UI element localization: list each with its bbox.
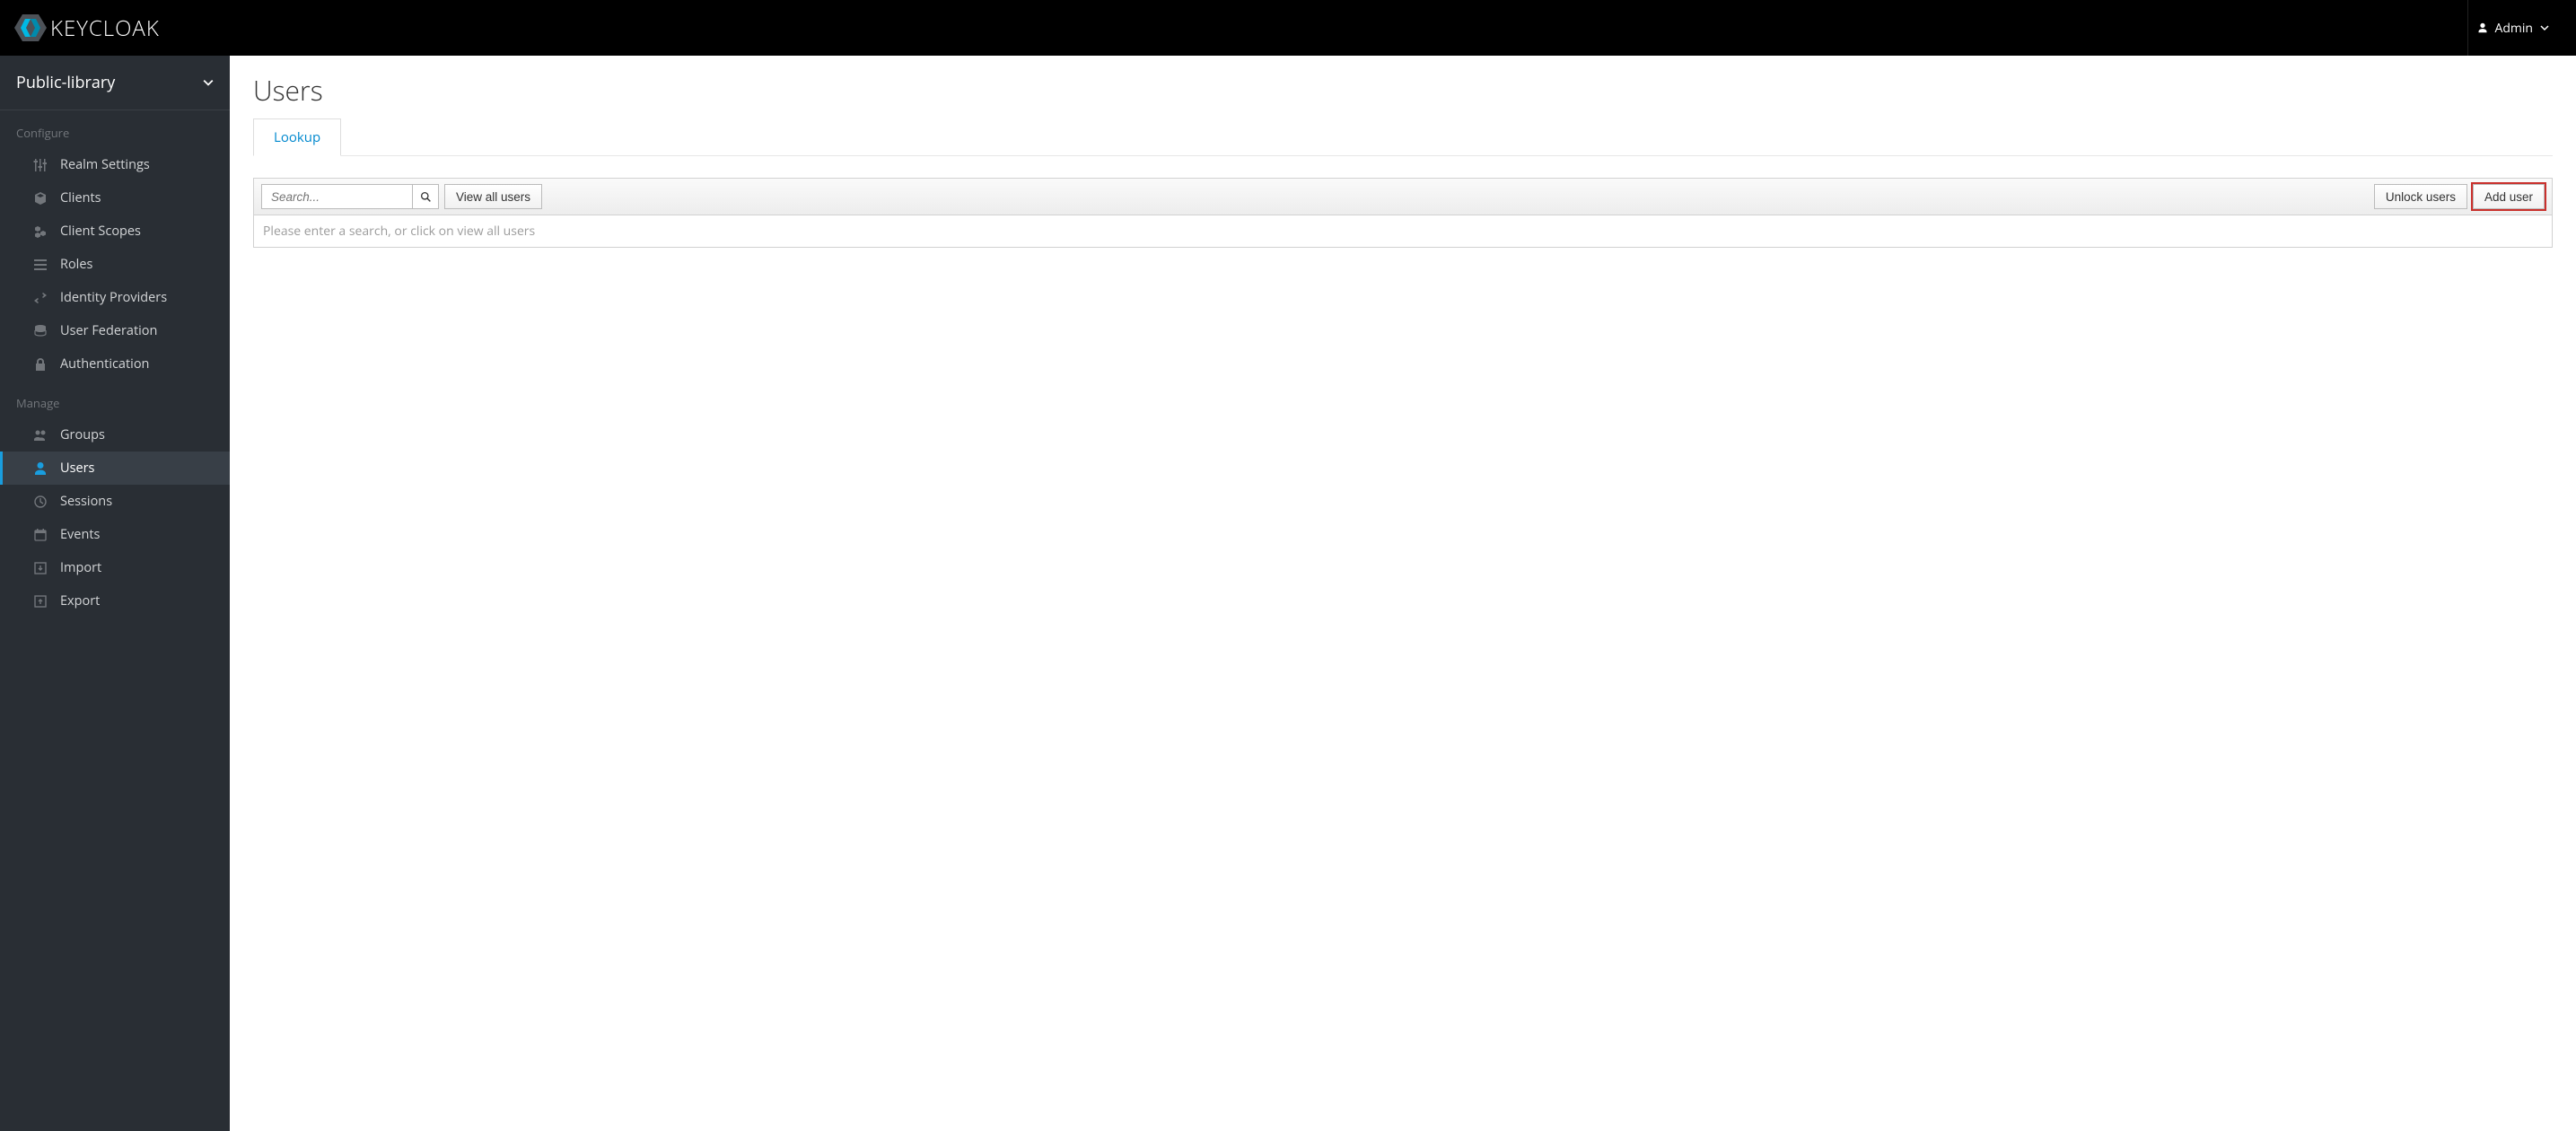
page-title: Users [253,72,2553,109]
sidebar-item-label: Users [60,460,94,477]
user-icon [33,461,48,476]
database-icon [33,324,48,338]
sidebar-item-label: Export [60,592,100,609]
search-input[interactable] [261,184,412,209]
sliders-icon [33,158,48,172]
sidebar-item-label: Client Scopes [60,223,141,240]
sidebar-item-label: Events [60,526,100,543]
sidebar-item-label: Realm Settings [60,156,150,173]
sidebar-item-realm-settings[interactable]: Realm Settings [0,148,230,181]
realm-name: Public-library [16,72,115,93]
user-icon [2477,22,2488,33]
sidebar-item-identity-providers[interactable]: Identity Providers [0,281,230,314]
clock-icon [33,495,48,509]
brand-text: KEYCLOAK [50,13,160,43]
sidebar-item-label: Sessions [60,493,112,510]
sidebar-item-label: User Federation [60,322,157,339]
exchange-icon [33,291,48,305]
sidebar-item-label: Clients [60,189,101,206]
sidebar-item-sessions[interactable]: Sessions [0,485,230,518]
sidebar-item-clients[interactable]: Clients [0,181,230,215]
search-hint: Please enter a search, or click on view … [253,215,2553,248]
user-label: Admin [2495,20,2534,37]
sidebar-item-events[interactable]: Events [0,518,230,551]
realm-selector[interactable]: Public-library [0,56,230,110]
export-icon [33,594,48,609]
group-icon [33,428,48,443]
calendar-icon [33,528,48,542]
sidebar: Public-library Configure Realm Settings … [0,56,230,1131]
lock-icon [33,357,48,372]
tab-lookup[interactable]: Lookup [253,118,341,156]
sidebar-item-groups[interactable]: Groups [0,418,230,452]
sidebar-item-client-scopes[interactable]: Client Scopes [0,215,230,248]
sidebar-item-label: Groups [60,426,105,443]
import-icon [33,561,48,575]
search-button[interactable] [412,184,439,209]
sidebar-item-label: Import [60,559,101,576]
users-toolbar: View all users Unlock users Add user [253,178,2553,215]
main-content: Users Lookup View all users Unlock users… [230,56,2576,1131]
unlock-users-button[interactable]: Unlock users [2374,184,2467,209]
search-icon [420,191,432,203]
top-header: KEYCLOAK Admin [0,0,2576,56]
user-menu[interactable]: Admin [2467,0,2559,56]
cubes-icon [33,224,48,239]
view-all-users-button[interactable]: View all users [444,184,542,209]
sidebar-item-import[interactable]: Import [0,551,230,584]
add-user-button[interactable]: Add user [2473,184,2545,209]
sidebar-item-roles[interactable]: Roles [0,248,230,281]
sidebar-item-users[interactable]: Users [0,452,230,485]
chevron-down-icon [203,77,214,88]
sidebar-item-label: Authentication [60,355,149,373]
cube-icon [33,191,48,206]
chevron-down-icon [2540,23,2549,32]
brand-logo[interactable]: KEYCLOAK [14,13,160,43]
tabs: Lookup [253,118,2553,156]
sidebar-item-label: Roles [60,256,92,273]
section-manage-label: Manage [0,381,230,418]
search-group [261,184,439,209]
section-configure-label: Configure [0,110,230,148]
sidebar-item-export[interactable]: Export [0,584,230,618]
sidebar-item-authentication[interactable]: Authentication [0,347,230,381]
sidebar-item-user-federation[interactable]: User Federation [0,314,230,347]
sidebar-item-label: Identity Providers [60,289,167,306]
keycloak-logo-icon [14,14,47,41]
list-icon [33,258,48,272]
